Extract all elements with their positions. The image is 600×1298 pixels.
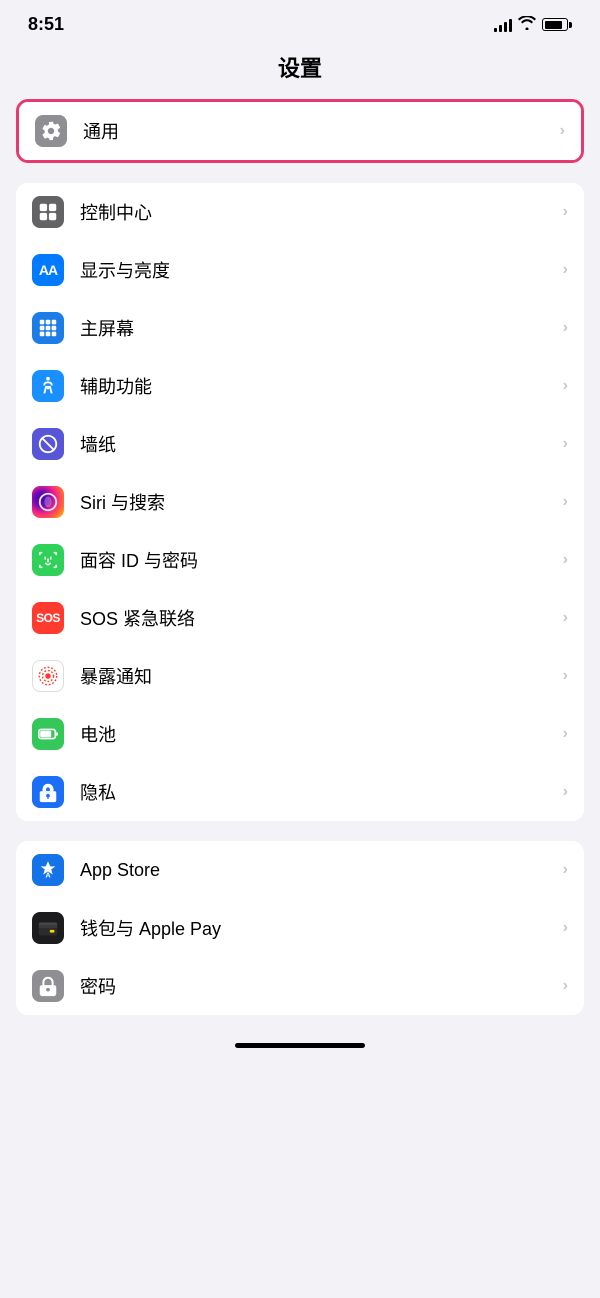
settings-item-exposure[interactable]: 暴露通知 ›	[16, 647, 584, 705]
status-icons	[494, 16, 572, 33]
settings-item-general[interactable]: 通用 ›	[19, 102, 581, 160]
svg-text:A: A	[45, 870, 51, 879]
wallet-label: 钱包与 Apple Pay	[80, 915, 563, 941]
wifi-icon	[518, 16, 536, 33]
general-label: 通用	[83, 118, 560, 144]
wallpaper-chevron: ›	[563, 435, 568, 453]
settings-item-siri[interactable]: Siri 与搜索 ›	[16, 473, 584, 531]
display-icon: AA	[32, 254, 64, 286]
faceid-chevron: ›	[563, 551, 568, 569]
siri-icon	[32, 486, 64, 518]
exposure-chevron: ›	[563, 667, 568, 685]
homescreen-chevron: ›	[563, 319, 568, 337]
siri-label: Siri 与搜索	[80, 489, 563, 515]
settings-item-homescreen[interactable]: 主屏幕 ›	[16, 299, 584, 357]
settings-item-wallet[interactable]: 钱包与 Apple Pay ›	[16, 899, 584, 957]
section-apps: A App Store › 钱包与 Apple Pay › 密码	[16, 841, 584, 1015]
section-general: 通用 ›	[16, 99, 584, 163]
privacy-label: 隐私	[80, 779, 563, 805]
home-indicator	[0, 1035, 600, 1052]
homescreen-icon	[32, 312, 64, 344]
accessibility-label: 辅助功能	[80, 373, 563, 399]
display-label: 显示与亮度	[80, 257, 563, 283]
faceid-label: 面容 ID 与密码	[80, 547, 563, 573]
passwords-icon	[32, 970, 64, 1002]
settings-item-privacy[interactable]: 隐私 ›	[16, 763, 584, 821]
battery-icon	[542, 18, 572, 31]
wallpaper-label: 墙纸	[80, 431, 563, 457]
homescreen-label: 主屏幕	[80, 315, 563, 341]
accessibility-chevron: ›	[563, 377, 568, 395]
privacy-icon	[32, 776, 64, 808]
general-chevron: ›	[560, 122, 565, 140]
sos-label: SOS 紧急联络	[80, 605, 563, 631]
settings-item-accessibility[interactable]: 辅助功能 ›	[16, 357, 584, 415]
control-center-label: 控制中心	[80, 199, 563, 225]
home-bar	[235, 1043, 365, 1048]
sos-icon: SOS	[32, 602, 64, 634]
wallet-chevron: ›	[563, 919, 568, 937]
settings-item-passwords[interactable]: 密码 ›	[16, 957, 584, 1015]
exposure-icon	[32, 660, 64, 692]
wallpaper-icon	[32, 428, 64, 460]
display-chevron: ›	[563, 261, 568, 279]
exposure-label: 暴露通知	[80, 663, 563, 689]
accessibility-icon	[32, 370, 64, 402]
status-time: 8:51	[28, 14, 64, 35]
battery-label: 电池	[80, 721, 563, 747]
settings-item-display[interactable]: AA 显示与亮度 ›	[16, 241, 584, 299]
settings-item-wallpaper[interactable]: 墙纸 ›	[16, 415, 584, 473]
settings-item-appstore[interactable]: A App Store ›	[16, 841, 584, 899]
appstore-label: App Store	[80, 860, 563, 881]
settings-item-battery[interactable]: 电池 ›	[16, 705, 584, 763]
control-center-icon	[32, 196, 64, 228]
settings-item-sos[interactable]: SOS SOS 紧急联络 ›	[16, 589, 584, 647]
battery-settings-icon	[32, 718, 64, 750]
page-title: 设置	[0, 43, 600, 99]
signal-icon	[494, 18, 512, 32]
section-main: 控制中心 › AA 显示与亮度 › 主屏幕 ›	[16, 183, 584, 821]
settings-item-faceid[interactable]: 面容 ID 与密码 ›	[16, 531, 584, 589]
sos-chevron: ›	[563, 609, 568, 627]
status-bar: 8:51	[0, 0, 600, 43]
passwords-chevron: ›	[563, 977, 568, 995]
passwords-label: 密码	[80, 973, 563, 999]
siri-chevron: ›	[563, 493, 568, 511]
control-center-chevron: ›	[563, 203, 568, 221]
faceid-icon	[32, 544, 64, 576]
battery-chevron: ›	[563, 725, 568, 743]
settings-item-control-center[interactable]: 控制中心 ›	[16, 183, 584, 241]
wallet-icon	[32, 912, 64, 944]
appstore-chevron: ›	[563, 861, 568, 879]
privacy-chevron: ›	[563, 783, 568, 801]
appstore-icon: A	[32, 854, 64, 886]
general-icon	[35, 115, 67, 147]
